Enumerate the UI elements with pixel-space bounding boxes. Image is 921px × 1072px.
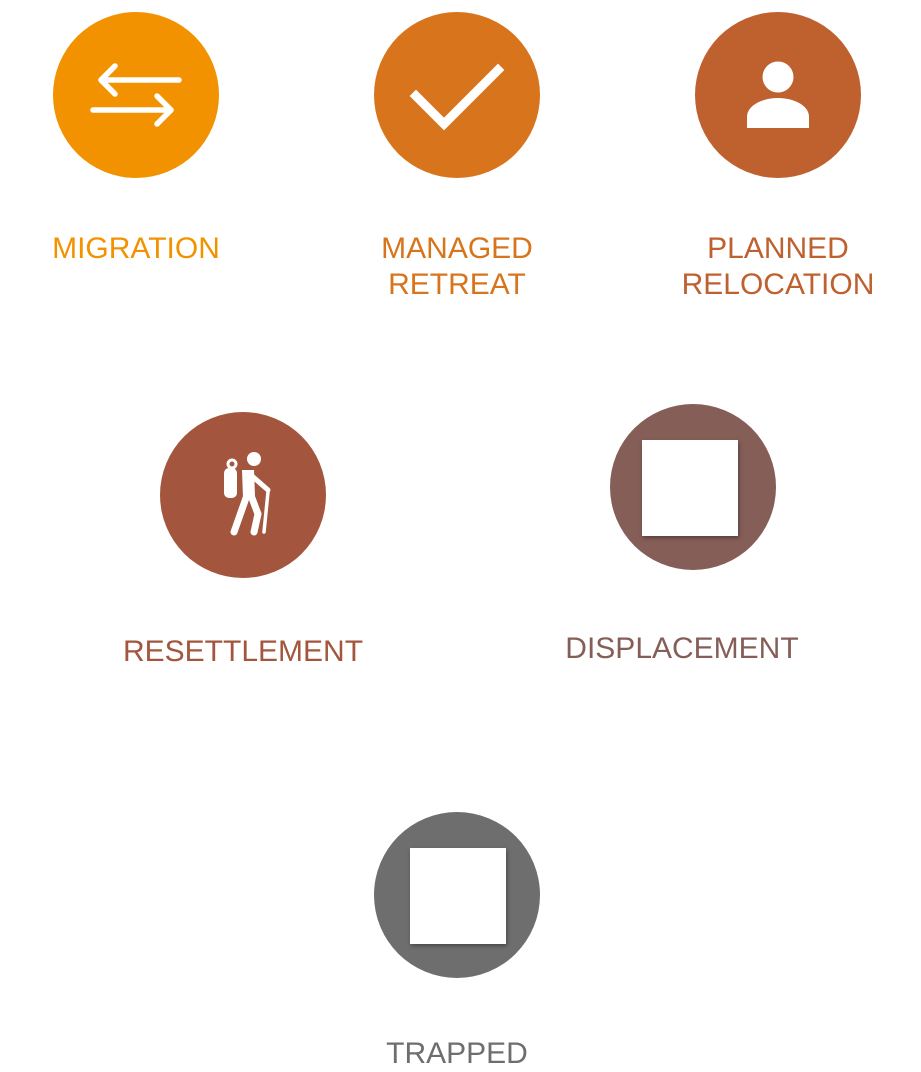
managed-retreat-label: MANAGED RETREAT	[381, 232, 533, 301]
resettlement-circle	[160, 412, 326, 578]
trapped-circle	[374, 812, 540, 978]
displacement-label: DISPLACEMENT	[565, 632, 799, 665]
trapped-label: TRAPPED	[386, 1037, 528, 1070]
checkmark-icon	[409, 63, 505, 131]
white-square-icon	[642, 440, 738, 536]
migration-label: MIGRATION	[52, 232, 220, 265]
migration-circle	[53, 12, 219, 178]
hiker-icon	[224, 452, 271, 536]
planned-relocation-label: PLANNED RELOCATION	[681, 232, 875, 301]
planned-relocation-circle	[695, 12, 861, 178]
managed-retreat-circle	[374, 12, 540, 178]
resettlement-label: RESETTLEMENT	[122, 635, 364, 668]
white-square-icon	[410, 848, 506, 944]
displacement-circle	[610, 404, 776, 570]
person-icon	[747, 61, 809, 128]
swap-arrows-icon	[90, 63, 182, 127]
